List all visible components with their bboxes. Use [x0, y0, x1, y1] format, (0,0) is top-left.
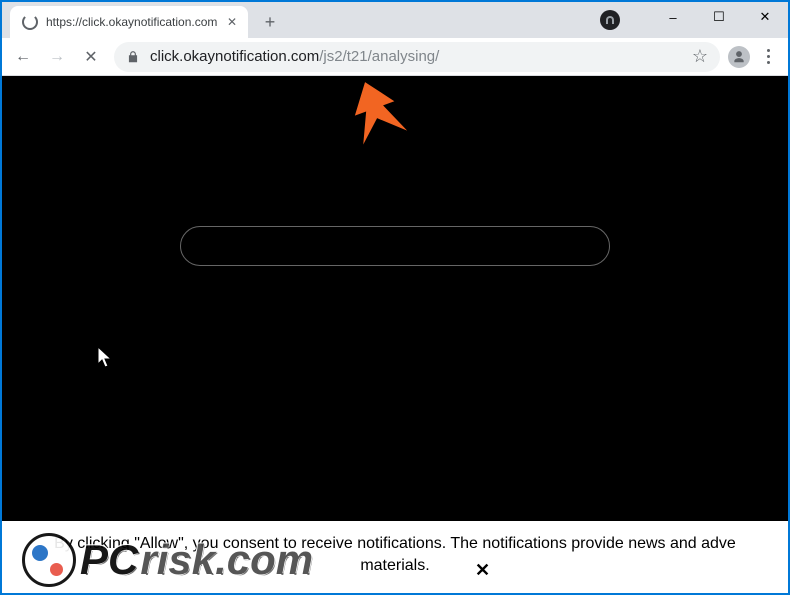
- incognito-badge-icon: [600, 10, 620, 30]
- back-button[interactable]: ←: [8, 42, 38, 72]
- browser-tab[interactable]: https://click.okaynotification.com ✕: [10, 6, 248, 38]
- stop-reload-button[interactable]: ✕: [76, 42, 106, 72]
- watermark: PCrisk.com: [22, 533, 313, 587]
- page-viewport: ​ By clicking "Allow", you consent to re…: [2, 76, 788, 593]
- watermark-logo-icon: [22, 533, 76, 587]
- minimize-button[interactable]: –: [650, 2, 696, 32]
- consent-close-icon[interactable]: ✕: [475, 559, 490, 581]
- forward-button[interactable]: →: [42, 42, 72, 72]
- browser-toolbar: ← → ✕ click.okaynotification.com/js2/t21…: [2, 38, 788, 76]
- profile-avatar-button[interactable]: [728, 46, 750, 68]
- maximize-button[interactable]: ☐: [696, 2, 742, 32]
- tab-loading-spinner: [22, 14, 38, 30]
- bookmark-star-icon[interactable]: ☆: [692, 46, 708, 67]
- kebab-menu-button[interactable]: [754, 49, 782, 64]
- tab-close-icon[interactable]: ✕: [224, 14, 240, 30]
- url-path: /js2/t21/analysing/: [319, 48, 439, 65]
- progress-pill: [180, 226, 610, 266]
- url-host: click.okaynotification.com: [150, 48, 319, 65]
- address-bar[interactable]: click.okaynotification.com/js2/t21/analy…: [114, 42, 720, 72]
- mouse-cursor-icon: [97, 346, 115, 370]
- window-controls: – ☐ ✕: [650, 2, 788, 32]
- close-window-button[interactable]: ✕: [742, 2, 788, 32]
- annotation-arrow-icon: [342, 80, 412, 150]
- browser-titlebar: https://click.okaynotification.com ✕ + –…: [2, 2, 788, 38]
- tab-title: https://click.okaynotification.com: [46, 15, 224, 29]
- new-tab-button[interactable]: +: [256, 8, 284, 36]
- lock-icon: [126, 50, 140, 64]
- watermark-text: PCrisk.com: [80, 536, 313, 584]
